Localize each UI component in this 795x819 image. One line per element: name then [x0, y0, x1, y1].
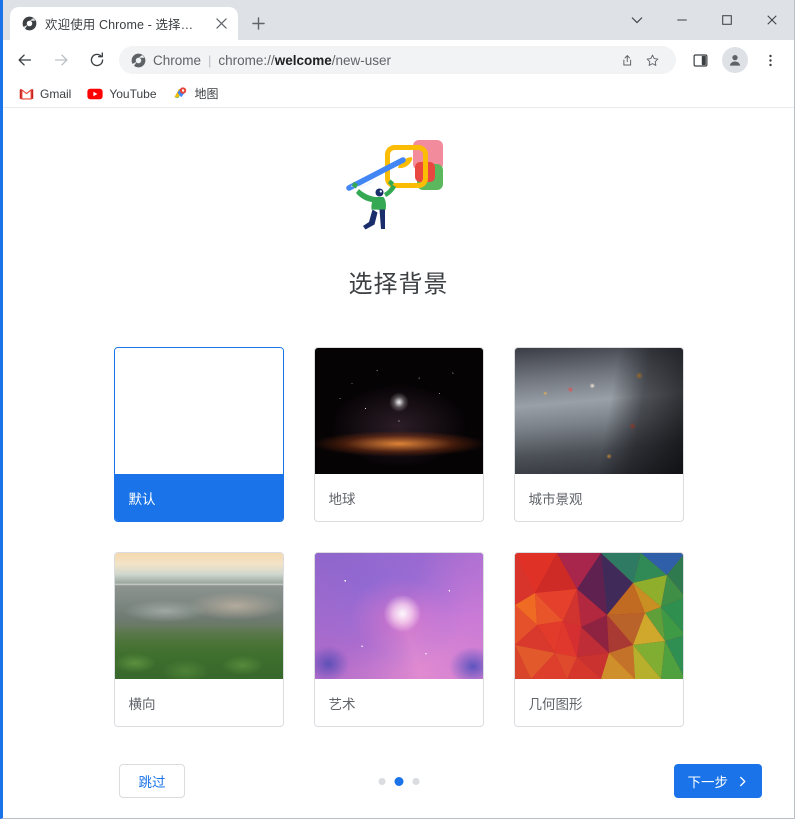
next-button[interactable]: 下一步 — [673, 764, 762, 798]
youtube-icon — [87, 86, 103, 102]
tab-search-button[interactable] — [614, 4, 659, 36]
share-icon[interactable] — [614, 48, 638, 72]
close-icon[interactable] — [212, 15, 230, 33]
page-title: 选择背景 — [348, 271, 449, 298]
theme-thumbnail — [114, 348, 283, 474]
theme-card-cityscape[interactable]: 城市景观 — [513, 347, 684, 522]
theme-card-geometric[interactable]: 几何图形 — [513, 552, 684, 727]
omnibox-actions — [614, 48, 664, 72]
bookmark-label: Gmail — [40, 86, 72, 101]
chevron-right-icon — [737, 776, 748, 787]
theme-card-default[interactable]: 默认 — [113, 347, 284, 522]
theme-card-earth[interactable]: 地球 — [313, 347, 484, 522]
profile-avatar-icon[interactable] — [722, 47, 748, 73]
next-button-label: 下一步 — [687, 775, 729, 790]
star-icon[interactable] — [640, 48, 664, 72]
theme-label: 横向 — [128, 697, 156, 712]
browser-toolbar: Chrome | chrome://welcome/new-user — [3, 40, 794, 80]
theme-card-art[interactable]: 艺术 — [313, 552, 484, 727]
theme-card-landscape[interactable]: 横向 — [113, 552, 284, 727]
theme-thumbnail — [514, 348, 683, 474]
step-dot[interactable] — [412, 777, 419, 785]
minimize-button[interactable] — [659, 4, 704, 36]
chrome-globe-icon — [21, 16, 37, 32]
url-host: welcome — [274, 52, 332, 68]
bookmark-label: YouTube — [109, 86, 157, 101]
chrome-product-icon — [131, 53, 146, 68]
person-painting-illustration — [339, 130, 459, 230]
url-prefix: chrome:// — [218, 52, 275, 68]
maximize-button[interactable] — [704, 4, 749, 36]
url-path: /new-user — [331, 52, 391, 68]
wizard-footer: 跳过 下一步 — [3, 744, 794, 818]
theme-thumbnail — [514, 553, 683, 679]
bookmark-youtube[interactable]: YouTube — [81, 83, 164, 105]
bookmark-label: 地图 — [194, 87, 219, 101]
tab-strip: 欢迎使用 Chrome - 选择背景 — [3, 0, 794, 40]
bookmarks-bar: Gmail YouTube 地图 — [3, 80, 794, 108]
welcome-page: 选择背景 默认 地球 城市景观 横向 艺术 几何图形 跳过 下一步 — [3, 108, 794, 818]
theme-label: 默认 — [114, 474, 283, 521]
new-tab-button[interactable] — [244, 9, 272, 37]
close-window-button[interactable] — [749, 4, 794, 36]
theme-label: 艺术 — [328, 697, 356, 712]
theme-label: 城市景观 — [528, 492, 583, 507]
browser-tab[interactable]: 欢迎使用 Chrome - 选择背景 — [10, 7, 238, 40]
theme-thumbnail — [314, 553, 483, 679]
three-dot-menu-icon[interactable] — [755, 45, 785, 75]
reload-icon[interactable] — [82, 45, 112, 75]
theme-label: 地球 — [328, 492, 356, 507]
tab-title: 欢迎使用 Chrome - 选择背景 — [45, 18, 204, 32]
browser-window: 欢迎使用 Chrome - 选择背景 Chrome | chrome://wel… — [0, 0, 795, 819]
google-maps-icon — [173, 86, 189, 102]
side-panel-icon[interactable] — [685, 45, 715, 75]
bookmark-maps[interactable]: 地图 — [167, 82, 227, 105]
step-dot[interactable] — [378, 777, 385, 785]
omnibox-chip-label: Chrome — [153, 52, 202, 68]
omnibox-separator: | — [208, 52, 212, 68]
arrow-left-icon[interactable] — [10, 45, 40, 75]
theme-grid: 默认 地球 城市景观 横向 艺术 几何图形 — [113, 347, 684, 727]
window-controls — [614, 0, 794, 40]
omnibox-url: chrome://welcome/new-user — [218, 53, 391, 68]
bookmark-gmail[interactable]: Gmail — [12, 83, 79, 105]
theme-label: 几何图形 — [528, 697, 583, 712]
gmail-icon — [18, 86, 34, 102]
step-indicator — [378, 776, 419, 786]
arrow-right-icon — [46, 45, 76, 75]
skip-button[interactable]: 跳过 — [119, 764, 185, 798]
step-dot-active[interactable] — [394, 776, 403, 786]
address-bar[interactable]: Chrome | chrome://welcome/new-user — [119, 46, 676, 74]
theme-thumbnail — [114, 553, 283, 679]
theme-thumbnail — [314, 348, 483, 474]
